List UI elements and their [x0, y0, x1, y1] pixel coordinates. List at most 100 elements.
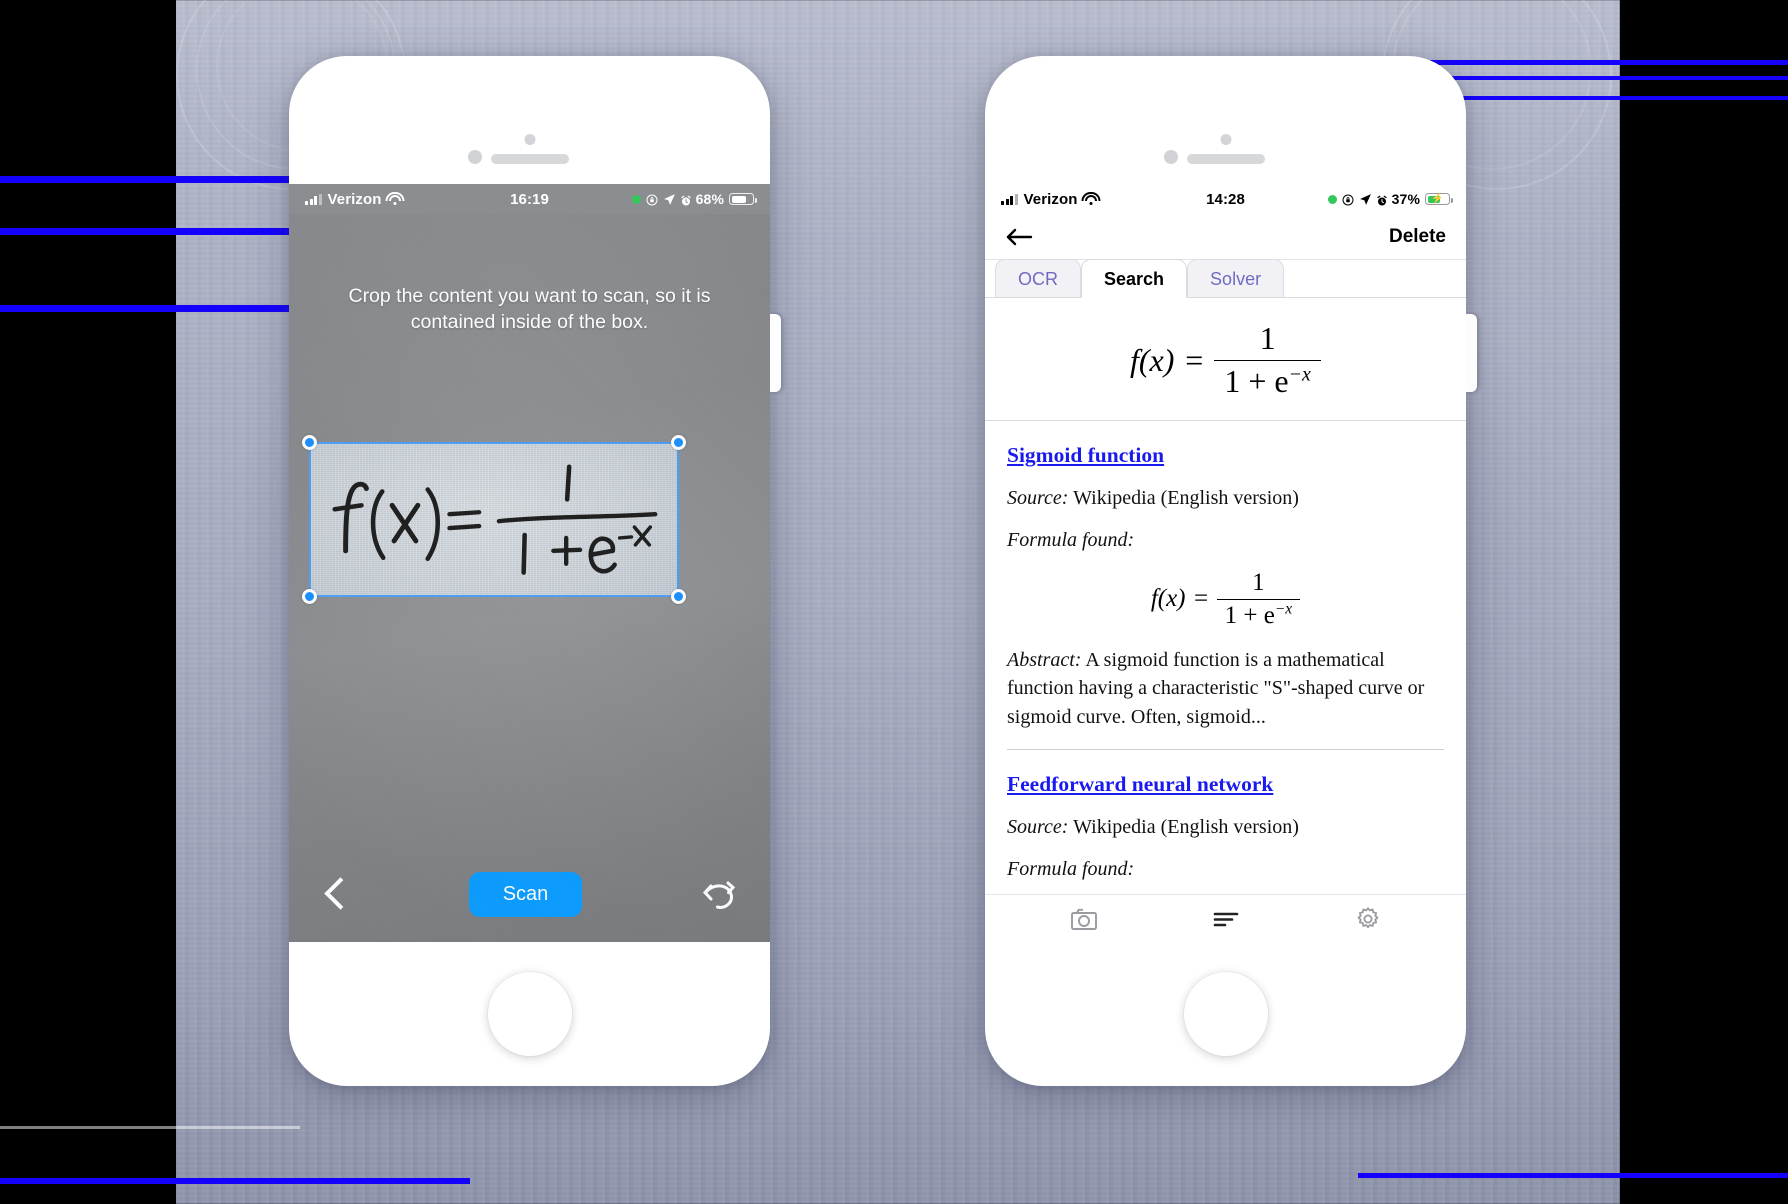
formula-lhs: f(x) [1150, 585, 1186, 613]
crop-instruction-text: Crop the content you want to scan, so it… [348, 285, 711, 333]
home-button[interactable] [487, 972, 572, 1056]
formula-denominator-exponent: −x [1288, 363, 1311, 386]
delete-button[interactable]: Delete [1389, 226, 1446, 248]
source-label: Source: [1007, 487, 1069, 510]
formula-denominator-base: 1 + e [1224, 363, 1289, 400]
crop-selection-box[interactable] [302, 435, 686, 604]
back-arrow-icon[interactable] [1005, 226, 1033, 248]
left-phone-screen: Verizon 16:19 68% Crop the content you w… [289, 184, 770, 942]
right-phone-screen: Verizon 14:28 37% ⚡ Delete OCR Search So… [985, 184, 1466, 942]
bottom-tab-bar [985, 894, 1466, 942]
front-camera-icon [1220, 134, 1231, 145]
green-recording-dot-icon [1327, 194, 1337, 204]
status-bar: Verizon 16:19 68% [289, 184, 770, 214]
glitch-line [1358, 1173, 1788, 1178]
gear-icon[interactable] [1355, 906, 1381, 932]
status-bar-right: 37% ⚡ [1327, 191, 1453, 207]
power-button[interactable] [1466, 314, 1477, 392]
glitch-line [0, 1126, 300, 1129]
navigation-bar: Delete [985, 214, 1466, 260]
crop-handle-top-left[interactable] [302, 435, 317, 450]
result-item: Feedforward neural network Source: Wikip… [1007, 749, 1444, 894]
right-phone-mockup: Verizon 14:28 37% ⚡ Delete OCR Search So… [985, 56, 1477, 1086]
lock-rotation-icon [1342, 193, 1354, 206]
carrier-label: Verizon [1023, 190, 1078, 208]
query-formula-header: f(x) = 1 1 + e−x [985, 298, 1466, 422]
formula-numerator: 1 [1259, 320, 1276, 356]
formula-fraction: 1 1 + e−x [1214, 320, 1322, 401]
wifi-icon [1084, 194, 1099, 205]
result-abstract-line: Abstract: A sigmoid function is a mathem… [1007, 646, 1444, 731]
signal-bars-icon [305, 193, 322, 205]
alarm-clock-icon [680, 194, 691, 205]
source-value: Wikipedia (English version) [1073, 816, 1299, 839]
rotate-icon[interactable] [702, 877, 736, 911]
formula-numerator: 1 [1252, 568, 1265, 596]
earpiece-speaker [490, 154, 569, 164]
tab-ocr[interactable]: OCR [995, 258, 1081, 297]
earpiece-speaker [1186, 154, 1265, 164]
location-arrow-icon [663, 193, 675, 205]
formula-denominator: 1 + e−x [1214, 359, 1322, 401]
alarm-clock-icon [1376, 194, 1387, 205]
location-arrow-icon [1359, 193, 1371, 205]
glitch-line [0, 1178, 470, 1184]
result-title-link[interactable]: Feedforward neural network [1007, 772, 1273, 797]
formula-equals: = [1185, 341, 1204, 378]
result-title-link[interactable]: Sigmoid function [1007, 443, 1164, 468]
battery-percent-label: 68% [695, 191, 724, 207]
formula-found-label: Formula found: [1007, 858, 1135, 881]
result-source-line: Source: Wikipedia (English version) [1007, 484, 1444, 512]
source-value: Wikipedia (English version) [1073, 487, 1299, 510]
list-lines-icon[interactable] [1212, 909, 1240, 929]
power-button[interactable] [770, 314, 781, 392]
front-camera-icon [524, 134, 535, 145]
scan-button[interactable]: Scan [468, 871, 583, 917]
results-list[interactable]: Sigmoid function Source: Wikipedia (Engl… [985, 421, 1466, 894]
lock-rotation-icon [646, 193, 658, 206]
result-formula-math: f(x) = 1 1 + e−x [1150, 568, 1301, 630]
green-recording-dot-icon [631, 194, 641, 204]
home-button[interactable] [1183, 972, 1268, 1056]
formula-equals: = [1194, 585, 1209, 613]
camera-controls-bar: Scan [289, 866, 770, 922]
formula-lhs: f(x) [1129, 341, 1175, 378]
signal-bars-icon [1001, 193, 1018, 205]
formula-denominator-exponent: −x [1274, 600, 1293, 618]
status-bar-left: Verizon [1001, 191, 1099, 208]
status-bar: Verizon 14:28 37% ⚡ [985, 184, 1466, 214]
left-phone-mockup: Verizon 16:19 68% Crop the content you w… [289, 56, 781, 1086]
battery-icon [729, 193, 757, 205]
screenshot-stage: Verizon 16:19 68% Crop the content you w… [0, 0, 1788, 1204]
formula-denominator-base: 1 + e [1224, 601, 1275, 629]
crop-handle-bottom-right[interactable] [671, 589, 686, 604]
carrier-label: Verizon [327, 190, 382, 208]
crop-handle-top-right[interactable] [671, 435, 686, 450]
source-label: Source: [1007, 816, 1069, 839]
camera-icon[interactable] [1070, 907, 1098, 931]
status-bar-right: 68% [631, 191, 757, 207]
battery-charging-icon: ⚡ [1425, 193, 1453, 205]
tab-bar: OCR Search Solver [985, 258, 1466, 298]
status-bar-left: Verizon [305, 191, 403, 208]
back-chevron-icon[interactable] [323, 874, 349, 914]
result-item: Sigmoid function Source: Wikipedia (Engl… [1007, 421, 1444, 749]
formula-found-label: Formula found: [1007, 529, 1135, 552]
right-black-edge [1620, 0, 1788, 1204]
wifi-icon [388, 194, 403, 205]
search-results-view: Delete OCR Search Solver f(x) = 1 1 + e−… [985, 214, 1466, 942]
result-formula: f(x) = 1 1 + e−x [1007, 569, 1444, 630]
camera-crop-view[interactable]: Crop the content you want to scan, so it… [289, 214, 770, 942]
tab-search[interactable]: Search [1081, 258, 1188, 298]
abstract-label: Abstract: [1007, 648, 1082, 671]
proximity-sensor-icon [1163, 150, 1178, 164]
formula-denominator: 1 + e−x [1216, 598, 1301, 630]
crop-handle-bottom-left[interactable] [302, 589, 317, 604]
result-source-line: Source: Wikipedia (English version) [1007, 813, 1444, 841]
proximity-sensor-icon [467, 150, 482, 164]
tab-solver[interactable]: Solver [1187, 258, 1285, 297]
query-formula: f(x) = 1 1 + e−x [1129, 320, 1322, 401]
formula-fraction: 1 1 + e−x [1216, 568, 1301, 630]
battery-percent-label: 37% [1391, 191, 1420, 207]
handwritten-formula-image [332, 464, 658, 575]
